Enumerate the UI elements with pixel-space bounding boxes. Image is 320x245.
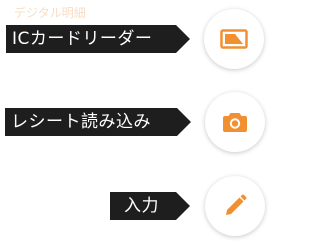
manual-input-option[interactable]: 入力 xyxy=(110,176,267,236)
receipt-scan-label: レシート読み込み xyxy=(5,108,191,136)
pencil-icon xyxy=(223,194,247,218)
ic-card-reader-label: ICカードリーダー xyxy=(6,25,190,53)
camera-icon xyxy=(222,111,248,133)
manual-input-button[interactable] xyxy=(205,176,265,236)
ic-card-reader-option[interactable]: ICカードリーダー xyxy=(6,9,266,69)
ic-card-reader-button[interactable] xyxy=(204,9,264,69)
receipt-scan-button[interactable] xyxy=(205,92,265,152)
receipt-scan-option[interactable]: レシート読み込み xyxy=(5,92,267,152)
card-icon xyxy=(220,28,248,50)
manual-input-label: 入力 xyxy=(110,192,190,220)
